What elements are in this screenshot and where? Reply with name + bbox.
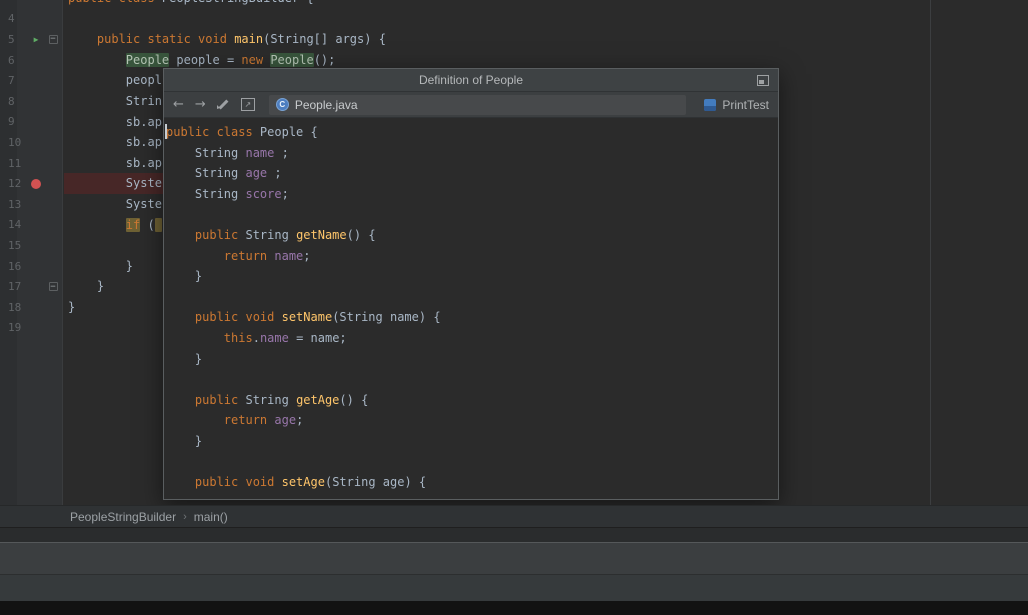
quick-definition-popup: Definition of People ← → ↗ C People.java… xyxy=(163,68,779,500)
line-number: 11 xyxy=(0,157,26,170)
code-line[interactable]: public void setAge(String age) { xyxy=(166,472,778,493)
code-line[interactable] xyxy=(166,452,778,473)
line-number: 7 xyxy=(0,74,26,87)
gutter-line[interactable] xyxy=(0,0,63,9)
popup-title: Definition of People xyxy=(419,73,523,87)
code-line[interactable]: public void setName(String name) { xyxy=(166,307,778,328)
code-line[interactable]: String score; xyxy=(166,184,778,205)
gutter-line[interactable]: 13 xyxy=(0,194,63,215)
editor-pane[interactable]: 45▶−67891011121314151617−1819 public cla… xyxy=(0,0,1028,505)
breadcrumb-item-method[interactable]: main() xyxy=(194,510,228,524)
fold-marker-icon[interactable]: − xyxy=(49,35,58,44)
line-number: 19 xyxy=(0,321,26,334)
line-number: 16 xyxy=(0,260,26,273)
breadcrumb-bar: PeopleStringBuilder › main() xyxy=(0,505,1028,527)
code-line[interactable] xyxy=(68,9,1028,30)
fold-marker-slot[interactable]: − xyxy=(46,282,60,291)
gutter-line[interactable]: 17 − xyxy=(0,276,63,297)
line-number: 13 xyxy=(0,198,26,211)
line-number: 8 xyxy=(0,95,26,108)
code-line[interactable]: return age; xyxy=(166,410,778,431)
panel-divider-strip xyxy=(0,527,1028,542)
code-line[interactable]: String name ; xyxy=(166,143,778,164)
text-caret xyxy=(165,124,167,139)
code-line[interactable]: return name; xyxy=(166,246,778,267)
editor-gutter-rows[interactable]: 45▶−67891011121314151617−1819 xyxy=(0,0,63,338)
gutter-line[interactable]: 15 xyxy=(0,235,63,256)
class-icon: C xyxy=(276,98,289,111)
gutter-line[interactable]: 12 xyxy=(0,173,63,194)
popup-title-bar[interactable]: Definition of People xyxy=(164,69,778,92)
tool-window-body-strip xyxy=(0,574,1028,601)
line-number: 10 xyxy=(0,136,26,149)
code-line[interactable] xyxy=(166,204,778,225)
code-line[interactable]: } xyxy=(166,349,778,370)
file-breadcrumb[interactable]: C People.java xyxy=(269,95,687,115)
code-line[interactable]: } xyxy=(166,266,778,287)
code-line[interactable]: public static void main(String[] args) { xyxy=(68,29,1028,50)
gutter-line[interactable]: 9 xyxy=(0,112,63,133)
taskbar-black-strip xyxy=(0,601,1028,615)
gutter-line[interactable]: 4 xyxy=(0,9,63,30)
breadcrumb-item-class[interactable]: PeopleStringBuilder xyxy=(70,510,176,524)
fold-marker-icon[interactable]: − xyxy=(49,282,58,291)
edit-source-icon[interactable] xyxy=(217,98,230,111)
code-line[interactable] xyxy=(166,287,778,308)
line-number: 5 xyxy=(0,33,26,46)
ide-screen: 45▶−67891011121314151617−1819 public cla… xyxy=(0,0,1028,615)
forward-icon[interactable]: → xyxy=(195,98,206,111)
module-name: PrintTest xyxy=(722,98,769,112)
code-line[interactable]: public String getAge() { xyxy=(166,390,778,411)
gutter-line[interactable]: 8 xyxy=(0,91,63,112)
gutter-line[interactable]: 16 xyxy=(0,256,63,277)
gutter-line[interactable]: 14 xyxy=(0,215,63,236)
run-icon[interactable]: ▶ xyxy=(26,35,46,44)
line-number: 17 xyxy=(0,280,26,293)
module-icon xyxy=(704,99,716,111)
open-in-window-icon[interactable] xyxy=(757,75,769,86)
line-number: 9 xyxy=(0,115,26,128)
line-number: 12 xyxy=(0,177,26,190)
code-line[interactable]: public class PeopleStringBuilder { xyxy=(68,0,1028,9)
line-number: 6 xyxy=(0,54,26,67)
code-line[interactable]: String age ; xyxy=(166,163,778,184)
code-line[interactable]: public String getName() { xyxy=(166,225,778,246)
file-name: People.java xyxy=(295,98,358,112)
line-number: 18 xyxy=(0,301,26,314)
popup-toolbar: ← → ↗ C People.java PrintTest xyxy=(164,92,778,118)
line-number: 15 xyxy=(0,239,26,252)
show-source-icon[interactable]: ↗ xyxy=(241,98,255,111)
gutter-line[interactable]: 18 xyxy=(0,297,63,318)
code-line[interactable]: public class People { xyxy=(166,122,778,143)
popup-code-lines[interactable]: public class People { String name ; Stri… xyxy=(164,118,778,499)
gutter-line[interactable]: 11 xyxy=(0,153,63,174)
gutter-line[interactable]: 6 xyxy=(0,50,63,71)
back-icon[interactable]: ← xyxy=(173,98,184,111)
code-line[interactable]: } xyxy=(166,431,778,452)
gutter-line[interactable]: 5▶− xyxy=(0,29,63,50)
module-indicator[interactable]: PrintTest xyxy=(700,98,769,112)
gutter-line[interactable]: 7 xyxy=(0,70,63,91)
fold-marker-slot[interactable]: − xyxy=(46,35,60,44)
line-number: 14 xyxy=(0,218,26,231)
tool-window-header-strip xyxy=(0,542,1028,574)
code-line[interactable]: this.name = name; xyxy=(166,328,778,349)
gutter-line[interactable]: 10 xyxy=(0,132,63,153)
breakpoint-icon[interactable] xyxy=(26,179,46,189)
gutter-line[interactable]: 19 xyxy=(0,318,63,339)
line-number: 4 xyxy=(0,12,26,25)
code-line[interactable] xyxy=(166,369,778,390)
breadcrumb-separator-icon: › xyxy=(183,511,187,523)
